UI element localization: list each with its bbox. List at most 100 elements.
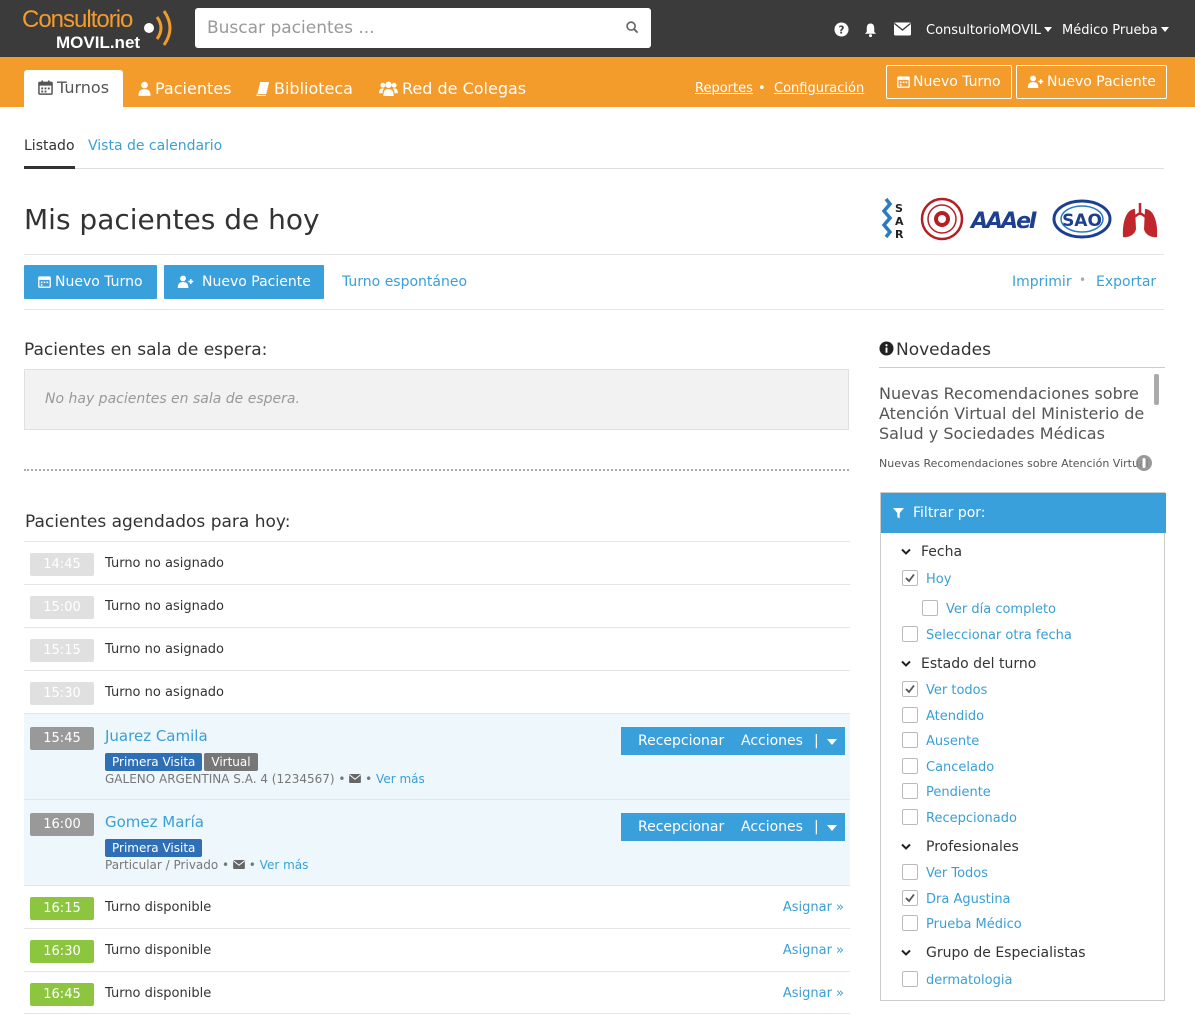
calendar-icon: [897, 76, 910, 88]
user-menu[interactable]: Médico Prueba: [1062, 23, 1169, 38]
filter-item-label[interactable]: Ver Todos: [926, 866, 988, 881]
checkbox-atendido[interactable]: [902, 707, 918, 723]
table-row: 15:15 Turno no asignado: [24, 627, 850, 670]
waiting-room-box: No hay pacientes en sala de espera.: [24, 369, 849, 430]
receive-button[interactable]: Recepcionar: [638, 813, 724, 841]
new-patient-button[interactable]: Nuevo Paciente: [164, 265, 324, 299]
configuracion-link[interactable]: Configuración: [774, 81, 864, 96]
filter-item-label[interactable]: Pendiente: [926, 785, 991, 800]
nav-new-patient-button[interactable]: Nuevo Paciente: [1016, 65, 1167, 99]
news-item-subtitle: Nuevas Recomendaciones sobre Atención Vi…: [879, 457, 1149, 470]
info-icon: [879, 341, 894, 356]
user-icon: [138, 81, 151, 96]
patient-action-group: Recepcionar Acciones |: [621, 727, 845, 755]
first-visit-badge: Primera Visita: [105, 753, 203, 771]
help-icon[interactable]: ?: [834, 22, 849, 37]
print-link[interactable]: Imprimir: [1012, 274, 1072, 290]
filter-group-fecha[interactable]: Fecha: [901, 544, 962, 560]
envelope-icon[interactable]: [233, 860, 245, 869]
search-input[interactable]: [195, 8, 615, 48]
actions-button[interactable]: Acciones: [741, 727, 803, 755]
users-icon: [379, 81, 398, 96]
checkbox-pendiente[interactable]: [902, 783, 918, 799]
filter-group-label: Estado del turno: [921, 656, 1037, 672]
tab-pacientes[interactable]: Pacientes: [124, 71, 245, 107]
filter-item-label[interactable]: Dra Agustina: [926, 892, 1011, 907]
see-more-link[interactable]: Ver más: [260, 858, 309, 872]
tab-biblioteca[interactable]: Biblioteca: [242, 71, 367, 107]
filter-group-label: Fecha: [921, 544, 963, 560]
news-item-title[interactable]: Nuevas Recomendaciones sobre Atención Vi…: [879, 384, 1149, 444]
svg-text:SAO: SAO: [1062, 211, 1102, 231]
checkbox-ver-todos[interactable]: [902, 681, 918, 697]
chevron-down-icon: [901, 949, 911, 956]
nav-new-appointment-label: Nuevo Turno: [913, 74, 1001, 90]
filter-item-label[interactable]: Recepcionado: [926, 811, 1017, 826]
account-menu-label: ConsultorioMOVIL: [926, 23, 1042, 38]
patient-badges: Primera Visita Virtual: [105, 751, 260, 771]
table-row: 16:30 Turno disponible Asignar »: [24, 928, 850, 971]
consultorio-movil-logo[interactable]: Consultorio MOVIL.net: [22, 6, 182, 54]
assign-link[interactable]: Asignar »: [783, 986, 844, 1001]
filter-item-label[interactable]: Prueba Médico: [926, 917, 1022, 932]
assign-link[interactable]: Asignar »: [783, 943, 844, 958]
export-link[interactable]: Exportar: [1096, 274, 1156, 290]
tab-listado[interactable]: Listado: [24, 138, 75, 169]
filter-title: Filtrar por:: [913, 505, 986, 521]
schedule-title: Pacientes agendados para hoy:: [25, 512, 291, 532]
filter-item-label[interactable]: Ver día completo: [946, 602, 1056, 617]
filter-group-especialistas[interactable]: Grupo de Especialistas: [901, 945, 1086, 961]
account-menu[interactable]: ConsultorioMOVIL: [926, 23, 1053, 38]
slot-status: Turno no asignado: [105, 642, 224, 657]
checkbox-profesionales-ver-todos[interactable]: [902, 864, 918, 880]
checkbox-ausente[interactable]: [902, 732, 918, 748]
new-appointment-button[interactable]: Nuevo Turno: [24, 265, 157, 299]
filter-item-label[interactable]: dermatologia: [926, 973, 1012, 988]
assign-link[interactable]: Asignar »: [783, 900, 844, 915]
checkbox-dermatologia[interactable]: [902, 971, 918, 987]
envelope-icon[interactable]: [349, 774, 362, 783]
actions-button[interactable]: Acciones: [741, 813, 803, 841]
spontaneous-appointment-link[interactable]: Turno espontáneo: [342, 274, 467, 290]
filter-item-label[interactable]: Hoy: [926, 572, 951, 587]
filter-group-profesionales[interactable]: Profesionales: [901, 839, 1019, 855]
time-badge: 16:30: [30, 940, 94, 963]
aaaei-logo: AAAeI: [969, 209, 1037, 234]
filter-item-label[interactable]: Seleccionar otra fecha: [926, 628, 1072, 643]
chevron-down-icon: [901, 548, 911, 555]
checkbox-otra-fecha[interactable]: [902, 626, 918, 642]
filter-item-label[interactable]: Ver todos: [926, 683, 987, 698]
checkbox-recepcionado[interactable]: [902, 809, 918, 825]
news-scrollbar[interactable]: [1154, 374, 1159, 405]
patient-name-link[interactable]: Juarez Camila: [105, 727, 208, 745]
checkbox-prueba-medico[interactable]: [902, 915, 918, 931]
tab-vista-calendario[interactable]: Vista de calendario: [88, 138, 222, 169]
search-icon[interactable]: [626, 21, 639, 34]
checkbox-dra-agustina[interactable]: [902, 890, 918, 906]
filter-group-estado[interactable]: Estado del turno: [901, 656, 1036, 672]
envelope-icon[interactable]: [894, 22, 911, 36]
checkbox-cancelado[interactable]: [902, 758, 918, 774]
filter-item-label[interactable]: Atendido: [926, 709, 984, 724]
tab-turnos[interactable]: Turnos: [24, 70, 124, 107]
table-row: 15:30 Turno no asignado: [24, 670, 850, 713]
checkbox-hoy[interactable]: [902, 570, 918, 586]
waiting-room-title: Pacientes en sala de espera:: [24, 340, 268, 360]
see-more-link[interactable]: Ver más: [376, 772, 425, 786]
chevron-down-icon[interactable]: [827, 739, 837, 745]
view-tabs: Listado Vista de calendario: [24, 130, 1164, 169]
divider: [879, 367, 1165, 368]
checkbox-ver-dia-completo[interactable]: [922, 600, 938, 616]
patient-name-link[interactable]: Gomez María: [105, 813, 204, 831]
receive-button[interactable]: Recepcionar: [638, 727, 724, 755]
cursor-icon: [1136, 455, 1152, 471]
tab-red-de-colegas[interactable]: Red de Colegas: [365, 71, 540, 107]
bell-icon[interactable]: [863, 22, 878, 38]
reportes-link[interactable]: Reportes: [695, 81, 753, 96]
filter-item-label[interactable]: Ausente: [926, 734, 979, 749]
nav-new-appointment-button[interactable]: Nuevo Turno: [886, 65, 1012, 99]
time-badge: 15:45: [30, 727, 94, 750]
chevron-down-icon[interactable]: [827, 825, 837, 831]
filter-item-label[interactable]: Cancelado: [926, 760, 994, 775]
lungs-logo: [1122, 203, 1158, 238]
